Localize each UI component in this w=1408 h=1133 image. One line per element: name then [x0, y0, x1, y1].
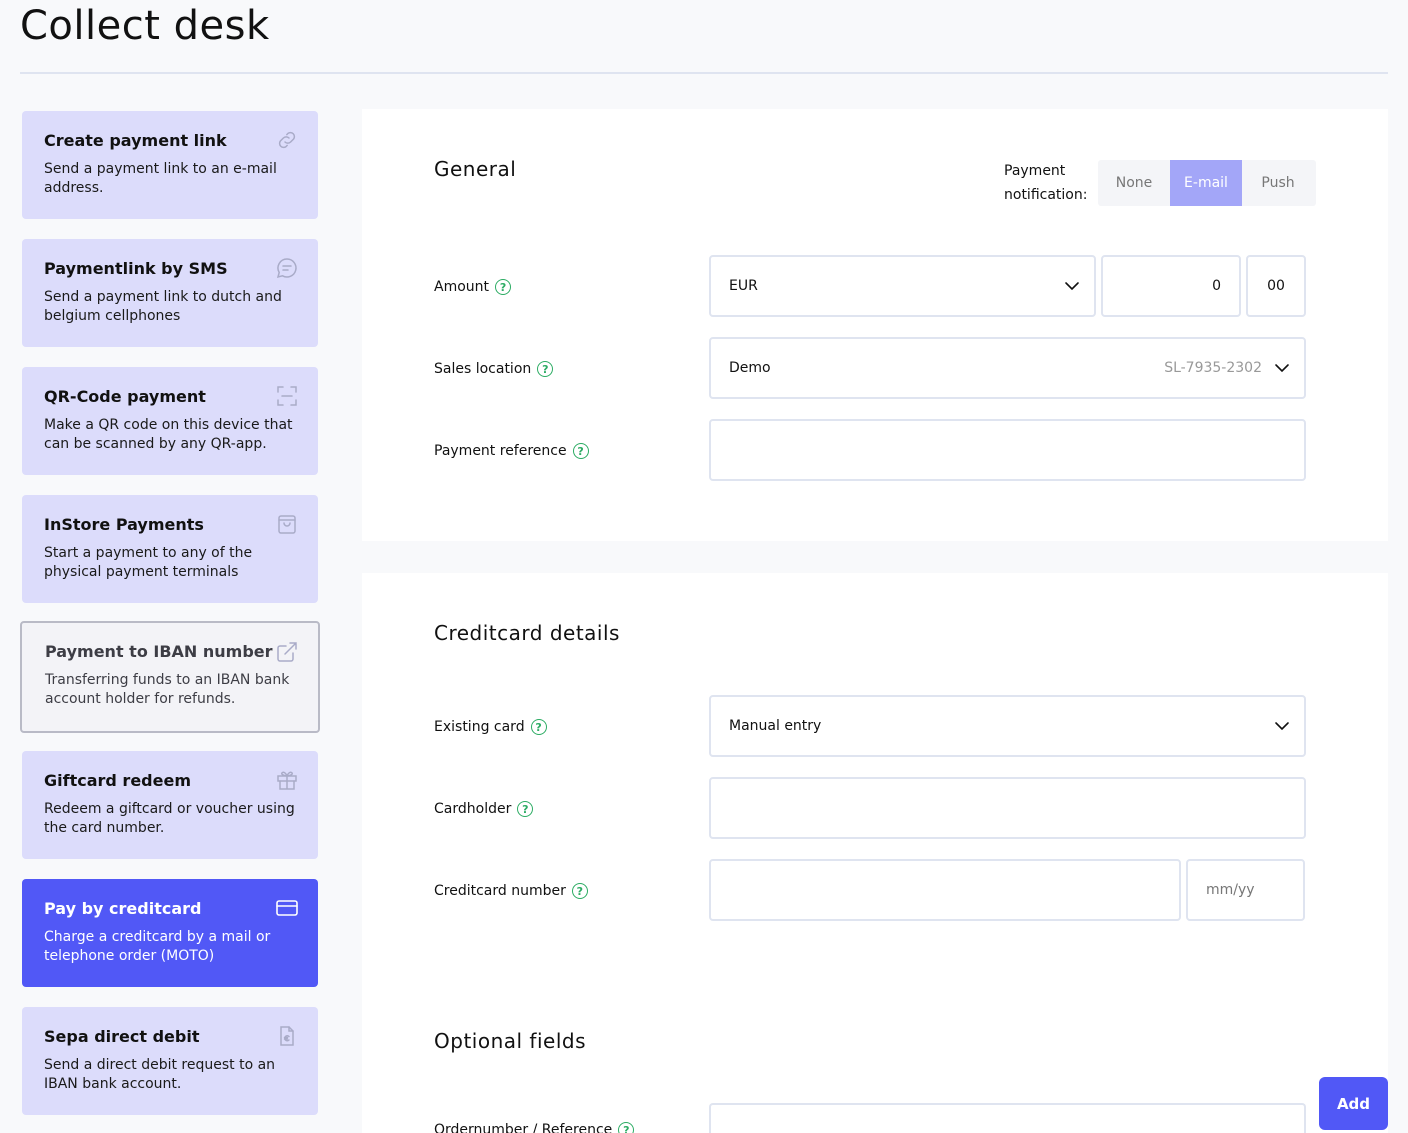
- help-icon[interactable]: ?: [572, 443, 589, 459]
- euro-document-icon: [280, 1026, 294, 1046]
- title-divider: [20, 72, 1388, 74]
- sidebar-item-sepa-direct-debit[interactable]: Sepa direct debit Send a direct debit re…: [22, 1007, 318, 1115]
- sales-location-label: Sales location?: [434, 359, 554, 379]
- help-icon[interactable]: ?: [537, 361, 554, 377]
- sidebar-item-desc: Send a direct debit request to an IBAN b…: [44, 1057, 276, 1092]
- cardholder-label: Cardholder?: [434, 799, 534, 819]
- sidebar-item-desc: Start a payment to any of the physical p…: [44, 545, 253, 580]
- existing-card-select[interactable]: Manual entry: [709, 695, 1306, 757]
- help-icon[interactable]: ?: [517, 801, 534, 817]
- sidebar-item-desc: Charge a creditcard by a mail or telepho…: [44, 929, 271, 964]
- credit-card-icon: [276, 900, 298, 916]
- order-reference-input[interactable]: [709, 1103, 1306, 1133]
- creditcard-number-input[interactable]: [709, 859, 1181, 921]
- payment-notification-label: Payment notification:: [1004, 163, 1088, 203]
- sidebar-item-instore-payments[interactable]: InStore Payments Start a payment to any …: [22, 495, 318, 603]
- creditcard-number-label: Creditcard number?: [434, 881, 588, 901]
- sidebar-item-giftcard-redeem[interactable]: Giftcard redeem Redeem a giftcard or vou…: [22, 751, 318, 859]
- sidebar-item-title: Create payment link: [44, 131, 227, 150]
- sidebar-item-desc: Send a payment link to dutch and belgium…: [44, 289, 282, 324]
- payment-reference-label: Payment reference?: [434, 441, 589, 461]
- qr-scan-icon: [277, 386, 297, 406]
- bag-icon: [278, 515, 296, 534]
- sidebar-item-title: InStore Payments: [44, 515, 204, 534]
- sidebar-item-payment-to-iban[interactable]: Payment to IBAN number Transferring fund…: [20, 621, 320, 733]
- order-reference-label: Ordernumber / Reference?: [434, 1120, 635, 1133]
- payment-reference-input[interactable]: [709, 419, 1306, 481]
- add-button[interactable]: Add: [1319, 1077, 1388, 1130]
- help-icon[interactable]: ?: [495, 279, 512, 295]
- chat-icon: [276, 258, 297, 279]
- help-icon[interactable]: ?: [618, 1122, 635, 1133]
- external-link-icon: [277, 642, 297, 662]
- existing-card-label: Existing card?: [434, 717, 547, 737]
- sidebar-item-title: Giftcard redeem: [44, 771, 191, 790]
- general-section-title: General: [434, 157, 517, 181]
- cardholder-input[interactable]: [709, 777, 1306, 839]
- expiry-input[interactable]: mm/yy: [1186, 859, 1305, 921]
- chevron-down-icon: [1275, 364, 1289, 373]
- sidebar-item-paymentlink-sms[interactable]: Paymentlink by SMS Send a payment link t…: [22, 239, 318, 347]
- sidebar-item-title: QR-Code payment: [44, 387, 206, 406]
- sidebar-item-title: Payment to IBAN number: [45, 642, 273, 661]
- currency-select[interactable]: EUR: [709, 255, 1096, 317]
- help-icon[interactable]: ?: [530, 719, 547, 735]
- payment-notification-toggle: None E-mail Push: [1098, 160, 1316, 206]
- sidebar-item-title: Paymentlink by SMS: [44, 259, 228, 278]
- sidebar-item-pay-by-creditcard[interactable]: Pay by creditcard Charge a creditcard by…: [22, 879, 318, 987]
- amount-cents-input[interactable]: 00: [1246, 255, 1306, 317]
- page-title: Collect desk: [20, 3, 270, 49]
- sidebar-item-title: Pay by creditcard: [44, 899, 202, 918]
- sidebar-item-desc: Redeem a giftcard or voucher using the c…: [44, 801, 295, 836]
- sidebar-item-title: Sepa direct debit: [44, 1027, 200, 1046]
- amount-whole-input[interactable]: 0: [1101, 255, 1241, 317]
- sales-location-select[interactable]: Demo SL-7935-2302: [709, 337, 1306, 399]
- chevron-down-icon: [1065, 282, 1079, 291]
- notification-option-email[interactable]: E-mail: [1170, 160, 1242, 206]
- sidebar-item-desc: Make a QR code on this device that can b…: [44, 417, 293, 452]
- sales-location-code: SL-7935-2302: [1164, 360, 1262, 376]
- sidebar-item-qr-code-payment[interactable]: QR-Code payment Make a QR code on this d…: [22, 367, 318, 475]
- notification-option-none[interactable]: None: [1098, 160, 1170, 206]
- sidebar-item-create-payment-link[interactable]: Create payment link Send a payment link …: [22, 111, 318, 219]
- amount-label: Amount?: [434, 277, 512, 297]
- creditcard-section-title: Creditcard details: [434, 621, 620, 645]
- sidebar-item-desc: Send a payment link to an e-mail address…: [44, 161, 277, 196]
- notification-option-push[interactable]: Push: [1242, 160, 1314, 206]
- sidebar-item-desc: Transferring funds to an IBAN bank accou…: [45, 672, 290, 707]
- gift-icon: [277, 771, 297, 790]
- chevron-down-icon: [1275, 722, 1289, 731]
- link-icon: [278, 131, 296, 149]
- optional-section-title: Optional fields: [434, 1029, 586, 1053]
- help-icon[interactable]: ?: [571, 883, 588, 899]
